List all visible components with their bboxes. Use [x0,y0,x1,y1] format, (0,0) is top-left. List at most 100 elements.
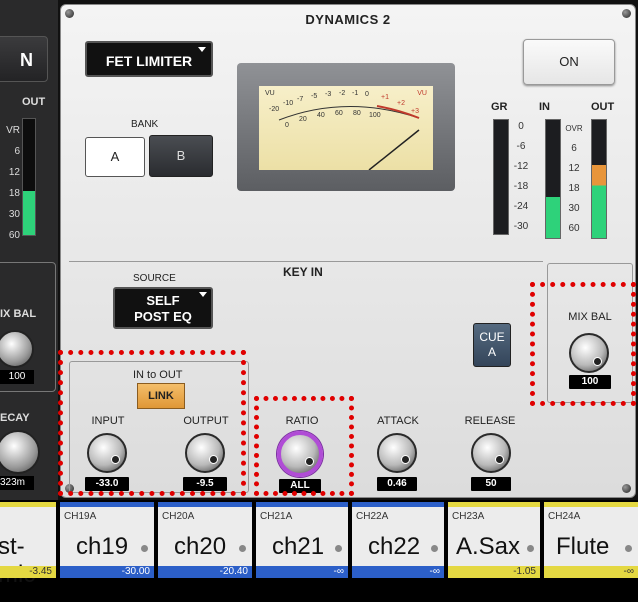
knob-indicator-icon [401,455,410,464]
channel-id: CH24A [548,511,581,522]
scale-tick: 18 [568,183,580,194]
cue-a-button[interactable]: CUE A [473,323,511,367]
channel-tile[interactable]: st-mic -3.45 [0,502,56,588]
highlight-mix-bal [530,282,636,406]
channel-level: -3.45 [0,566,56,578]
left-channel-panel: N OUT VR 6 12 18 30 60 IX BAL 100 ECAY 3… [0,0,58,502]
out-meter [591,119,607,239]
source-line-1: SELF [146,293,180,308]
in-meter-label: IN [539,101,550,113]
channel-name: ch22 [368,533,421,560]
scale-tick: -6 [516,141,526,152]
channel-name: ch19 [76,533,129,560]
gr-meter [493,119,509,235]
channel-name: ch20 [174,533,227,560]
meter-fill [23,190,35,235]
channel-id: CH21A [260,511,293,522]
key-in-source-selector[interactable]: SELF POST EQ [113,287,213,329]
gr-scale: 0 -6 -12 -18 -24 -30 [509,117,533,237]
knob-indicator-icon [495,455,504,464]
key-in-title: KEY IN [283,265,323,279]
channel-strip: st-mic -3.45 CH19A ch19 -30.00 CH20A ch2… [0,500,638,602]
dynamics-type-label: FET LIMITER [105,53,193,69]
channel-dot-icon [335,545,342,552]
left-mix-bal-label: IX BAL [0,308,37,320]
screw-icon [622,484,631,493]
channel-tile[interactable]: CH23A A.Sax -1.05 [448,502,540,578]
cue-sub-label: A [487,345,496,359]
channel-level: -1.05 [448,566,540,578]
vu-needle [278,105,420,170]
vu-meter-face: VU VU -20 -10 -7 -5 -3 -2 -1 0 +1 +2 +3 … [259,86,433,170]
channel-tile[interactable]: CH21A ch21 -∞ [256,502,348,578]
cue-label: CUE [479,330,505,344]
release-knob[interactable] [471,433,511,473]
scale-tick: 60 [8,230,20,241]
scale-tick: VR [6,125,20,136]
scale-tick: OVR [565,124,583,133]
left-decay-value: 323m [0,476,34,490]
release-label: RELEASE [464,415,516,427]
on-button[interactable]: ON [523,39,615,85]
dynamics-type-selector[interactable]: FET LIMITER [85,41,213,77]
left-mix-bal-value: 100 [0,370,34,384]
meter-fill [546,196,560,238]
dynamics-screen: N OUT VR 6 12 18 30 60 IX BAL 100 ECAY 3… [0,0,638,602]
channel-dot-icon [527,545,534,552]
bank-a-button[interactable]: A [85,137,145,177]
channel-dot-icon [431,545,438,552]
channel-dot-icon [141,545,148,552]
source-label: SOURCE [133,273,176,284]
channel-id: CH19A [64,511,97,522]
scale-tick: 0 [518,121,524,132]
dropdown-triangle-icon [199,292,207,297]
channel-id: CH20A [162,511,195,522]
left-decay-label: ECAY [0,412,30,424]
scale-tick: 12 [568,163,580,174]
bank-b-button[interactable]: B [149,135,213,177]
in-meter [545,119,561,239]
left-meter-scale: VR 6 12 18 30 60 [0,120,20,246]
scale-tick: -18 [513,181,529,192]
left-decay-knob[interactable] [0,430,40,474]
channel-name: ch21 [272,533,325,560]
channel-name: A.Sax [456,533,521,560]
meter-fill [592,164,606,238]
channel-level: -∞ [544,566,638,578]
channel-level: -∞ [256,566,348,578]
highlight-ratio [254,396,354,496]
dropdown-triangle-icon [198,47,206,52]
channel-id: CH22A [356,511,389,522]
left-out-label: OUT [22,96,46,108]
scale-tick: -12 [513,161,529,172]
attack-value: 0.46 [377,477,417,491]
channel-tile[interactable]: CH22A ch22 -∞ [352,502,444,578]
highlight-in-to-out [58,350,246,496]
left-out-meter [22,118,36,236]
scale-tick: -30 [513,221,529,232]
channel-level: -30.00 [60,566,154,578]
attack-knob[interactable] [377,433,417,473]
scale-tick: 12 [8,167,20,178]
attack-label: ATTACK [377,415,419,427]
scale-tick: -24 [513,201,529,212]
channel-dot-icon [239,545,246,552]
scale-tick: 30 [568,203,580,214]
release-value: 50 [471,477,511,491]
bank-label: BANK [131,119,159,130]
panel-title: DYNAMICS 2 [305,12,391,27]
channel-level: -∞ [352,566,444,578]
channel-tile[interactable]: CH24A Flute -∞ [544,502,638,578]
channel-dot-icon [625,545,632,552]
channel-tile[interactable]: CH20A ch20 -20.40 [158,502,252,578]
scale-tick: 6 [571,143,577,154]
channel-name: st-mic [0,533,35,588]
vu-meter: VU VU -20 -10 -7 -5 -3 -2 -1 0 +1 +2 +3 … [237,63,455,191]
channel-tile[interactable]: CH19A ch19 -30.00 [60,502,154,578]
left-on-button[interactable]: N [0,36,48,82]
scale-tick: 60 [568,223,580,234]
gr-meter-label: GR [491,101,508,113]
key-in-divider [69,261,543,262]
out-meter-label: OUT [591,101,615,113]
scale-tick: 30 [8,209,20,220]
